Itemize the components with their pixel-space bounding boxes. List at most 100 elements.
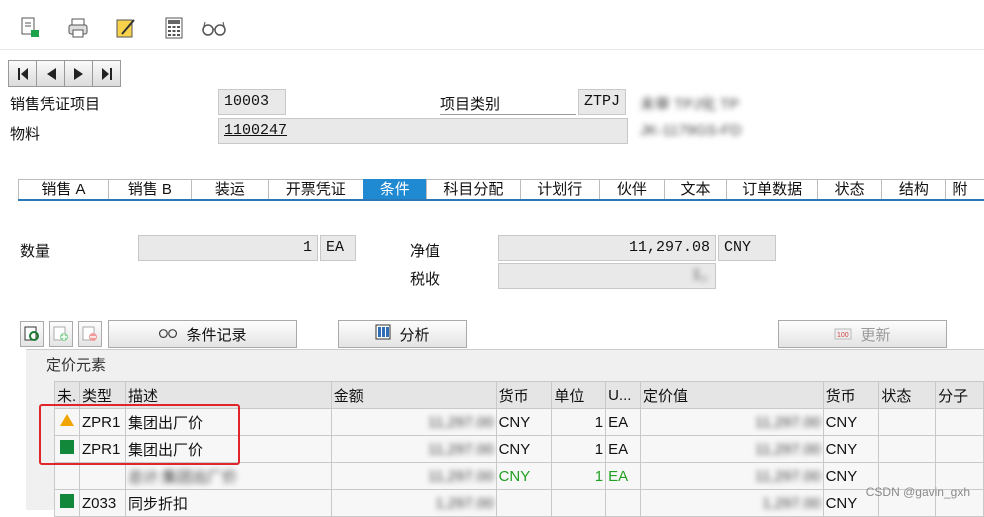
- material-label: 物料: [10, 126, 41, 143]
- material-description: JK-1179GS-FD: [640, 122, 742, 139]
- uom-cell[interactable]: EA: [605, 435, 641, 463]
- description-cell[interactable]: 同步折扣: [124, 489, 332, 517]
- uom-cell[interactable]: [605, 489, 641, 517]
- type-cell[interactable]: Z033: [78, 489, 126, 517]
- per-cell[interactable]: 1: [551, 462, 607, 490]
- condition-value: 11,297.00: [754, 413, 821, 431]
- col-header-currency[interactable]: 货币: [495, 381, 553, 409]
- tab-billing[interactable]: 开票凭证: [267, 179, 364, 199]
- watermark: CSDN @gavin_gxh: [865, 485, 970, 499]
- tax-field[interactable]: 1,: [498, 263, 716, 289]
- condition-value: 11,297.00: [754, 440, 821, 458]
- status-text-cell[interactable]: [878, 408, 937, 436]
- condition-detail-button[interactable]: [20, 321, 44, 347]
- amount-value: 11,297.00: [427, 413, 494, 431]
- per-cell[interactable]: 1: [551, 435, 607, 463]
- next-item-button[interactable]: [64, 60, 93, 87]
- tax-value: 1,: [691, 267, 710, 284]
- glasses-icon[interactable]: [200, 14, 228, 42]
- condition-value-cell[interactable]: 11,297.00: [640, 408, 824, 436]
- col-header-per[interactable]: 单位: [551, 381, 607, 409]
- tab-sales-b[interactable]: 销售 B: [107, 179, 192, 199]
- col-header-condition-value[interactable]: 定价值: [640, 381, 824, 409]
- item-navigation: [8, 60, 121, 87]
- tab-order-data[interactable]: 订单数据: [726, 179, 819, 199]
- item-type-label: 项目类别: [440, 93, 576, 115]
- tab-attachments[interactable]: 附: [945, 179, 984, 199]
- condition-currency-cell[interactable]: CNY: [822, 408, 880, 436]
- analysis-icon: [375, 324, 391, 344]
- amount-cell[interactable]: 11,297.00: [330, 408, 497, 436]
- update-button[interactable]: 100 更新: [778, 320, 947, 348]
- item-type-description: 未审 TPJ化 TP: [640, 96, 740, 113]
- numerator-cell[interactable]: [935, 435, 984, 463]
- amount-value: 11,297.00: [427, 440, 494, 458]
- col-header-amount[interactable]: 金额: [330, 381, 497, 409]
- per-cell[interactable]: [551, 489, 607, 517]
- condition-currency-cell[interactable]: CNY: [822, 435, 880, 463]
- item-tabs: 销售 A 销售 B 装运 开票凭证 条件 科目分配 计划行 伙伴 文本 订单数据…: [18, 179, 984, 201]
- quantity-field[interactable]: 1: [138, 235, 318, 261]
- update-icon: 100: [834, 324, 852, 344]
- svg-text:100: 100: [837, 332, 849, 339]
- amount-cell[interactable]: 11,297.00: [330, 435, 497, 463]
- last-item-button[interactable]: [92, 60, 121, 87]
- net-currency-field[interactable]: CNY: [718, 235, 776, 261]
- delete-row-button[interactable]: [78, 321, 102, 347]
- analysis-label: 分析: [399, 326, 430, 344]
- condition-record-label: 条件记录: [186, 326, 247, 344]
- item-label: 销售凭证项目: [10, 96, 101, 113]
- per-cell[interactable]: 1: [551, 408, 607, 436]
- col-header-condition-currency[interactable]: 货币: [822, 381, 880, 409]
- currency-cell[interactable]: CNY: [495, 462, 553, 490]
- tab-structure[interactable]: 结构: [881, 179, 947, 199]
- status-cell: [54, 489, 80, 517]
- tab-shipping[interactable]: 装运: [190, 179, 269, 199]
- currency-cell[interactable]: [495, 489, 553, 517]
- condition-value-cell[interactable]: 1,297.00: [640, 489, 824, 517]
- col-header-uom[interactable]: U...: [605, 381, 641, 409]
- col-header-status[interactable]: 状态: [878, 381, 937, 409]
- item-field[interactable]: 10003: [218, 89, 286, 115]
- condition-value-cell[interactable]: 11,297.00: [640, 435, 824, 463]
- calculator-icon[interactable]: [160, 14, 188, 42]
- previous-item-button[interactable]: [36, 60, 65, 87]
- print-icon[interactable]: [64, 14, 92, 42]
- item-type-field[interactable]: ZTPJ: [578, 89, 626, 115]
- first-item-button[interactable]: [8, 60, 37, 87]
- pricing-elements-title: 定价元素: [46, 357, 107, 374]
- material-field[interactable]: 1100247: [218, 118, 628, 144]
- amount-cell[interactable]: 1,297.00: [330, 489, 497, 517]
- status-text-cell[interactable]: [878, 435, 937, 463]
- tab-account-assignment[interactable]: 科目分配: [425, 179, 521, 199]
- condition-record-button[interactable]: 条件记录: [108, 320, 297, 348]
- uom-cell[interactable]: EA: [605, 408, 641, 436]
- edit-note-icon[interactable]: [112, 14, 140, 42]
- tab-schedule-lines[interactable]: 计划行: [519, 179, 600, 199]
- quantity-unit-field[interactable]: EA: [320, 235, 356, 261]
- uom-cell[interactable]: EA: [605, 462, 641, 490]
- numerator-cell[interactable]: [935, 408, 984, 436]
- tab-status[interactable]: 状态: [817, 179, 883, 199]
- description-value: 总计:集团出厂价: [127, 468, 238, 486]
- condition-value-cell[interactable]: 11,297.00: [640, 462, 824, 490]
- document-list-icon[interactable]: [16, 14, 44, 42]
- currency-cell[interactable]: CNY: [495, 408, 553, 436]
- tab-partners[interactable]: 伙伴: [598, 179, 665, 199]
- currency-cell[interactable]: CNY: [495, 435, 553, 463]
- insert-row-button[interactable]: [49, 321, 73, 347]
- analysis-button[interactable]: 分析: [338, 320, 467, 348]
- tab-conditions[interactable]: 条件: [362, 179, 427, 199]
- amount-cell[interactable]: 11,297.00: [330, 462, 497, 490]
- tab-texts[interactable]: 文本: [663, 179, 728, 199]
- glasses-icon: [158, 325, 178, 343]
- table-row[interactable]: Z033 同步折扣 1,297.00 1,297.00 CNY: [54, 489, 984, 517]
- type-cell[interactable]: [78, 462, 126, 490]
- net-value-field[interactable]: 11,297.08: [498, 235, 716, 261]
- update-label: 更新: [860, 326, 891, 344]
- table-row-subtotal[interactable]: 总计:集团出厂价 11,297.00 CNY 1 EA 11,297.00 CN…: [54, 462, 984, 490]
- description-cell[interactable]: 总计:集团出厂价: [124, 462, 332, 490]
- col-header-numerator[interactable]: 分子: [935, 381, 984, 409]
- tab-sales-a[interactable]: 销售 A: [18, 179, 109, 199]
- tax-label: 税收: [410, 271, 441, 288]
